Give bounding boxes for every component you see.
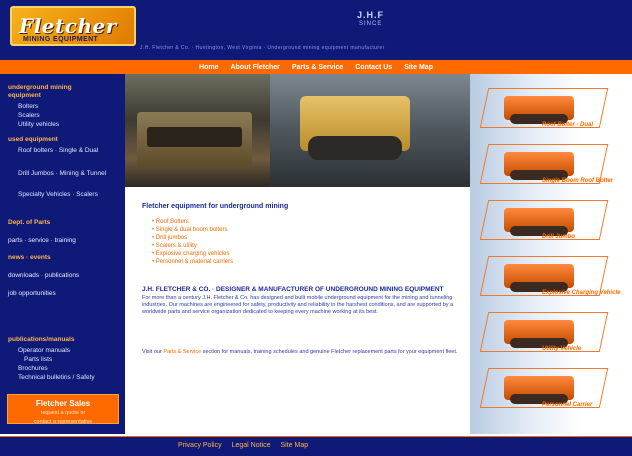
machine-image <box>504 96 574 124</box>
sales-quote-button[interactable]: Fletcher Sales request a quote or contac… <box>7 394 119 425</box>
machine-image <box>504 208 574 236</box>
nav-site-map[interactable]: Site Map <box>404 64 433 71</box>
parts-service-note: Visit our Parts & Service section for ma… <box>142 349 462 356</box>
quote-button-sub1: request a quote or <box>40 410 86 416</box>
intro-title: Fletcher equipment for underground minin… <box>142 203 289 210</box>
gallery-item[interactable]: Roof Bolter · Dual <box>479 88 616 134</box>
list-item[interactable]: Personnel & material carriers <box>152 258 233 266</box>
quote-button-title: Fletcher Sales <box>35 399 91 408</box>
emblem-line2: SINCE <box>359 21 383 27</box>
list-item[interactable]: Scalers & utility <box>152 242 233 250</box>
sidebar-item-used-specialty[interactable]: Specialty Vehicles · Scalers <box>18 191 98 198</box>
footer-link-sitemap[interactable]: Site Map <box>281 442 309 449</box>
sidebar-link-jobs[interactable]: job opportunities <box>8 290 56 297</box>
nav-contact[interactable]: Contact Us <box>355 64 392 71</box>
top-nav: Home About Fletcher Parts & Service Cont… <box>0 60 632 74</box>
list-item[interactable]: Explosive charging vehicles <box>152 250 233 258</box>
sidebar-item-manuals[interactable]: Operator manuals <box>18 347 70 354</box>
page-frame: Fletcher MINING EQUIPMENT J.H.F SINCE J.… <box>0 0 632 456</box>
machine-image <box>504 320 574 348</box>
footer-link-privacy[interactable]: Privacy Policy <box>178 442 222 449</box>
gallery-item[interactable]: Drill Jumbo <box>479 200 616 246</box>
gallery-label: Explosive Charging Vehicle <box>542 290 621 296</box>
header: Fletcher MINING EQUIPMENT J.H.F SINCE J.… <box>0 0 632 60</box>
hero-machine-left <box>137 112 252 168</box>
hero-machine-right <box>300 96 410 160</box>
gallery-item[interactable]: Personnel Carrier <box>479 368 616 414</box>
equipment-list: Roof Bolters Single & dual boom bolters … <box>152 218 233 266</box>
gallery-item[interactable]: Explosive Charging Vehicle <box>479 256 620 302</box>
sidebar-link-news[interactable]: news · events <box>8 254 51 261</box>
sidebar-link-parts[interactable]: Dept. of Parts <box>8 219 50 226</box>
sidebar-item-brochures[interactable]: Brochures <box>18 365 48 372</box>
sidebar-section-mining-sub: equipment <box>8 92 41 99</box>
hero-photo-bolter <box>125 74 270 187</box>
quote-button-sub2: contact a representative <box>33 419 93 425</box>
machine-image <box>504 376 574 404</box>
list-item[interactable]: Roof Bolters <box>152 218 233 226</box>
footer-links: Privacy Policy Legal Notice Site Map <box>178 442 308 449</box>
gallery-item[interactable]: Utility Vehicle <box>479 312 616 358</box>
gallery-label: Utility Vehicle <box>542 346 582 352</box>
nav-about[interactable]: About Fletcher <box>230 64 279 71</box>
footer-link-legal[interactable]: Legal Notice <box>232 442 271 449</box>
sidebar-link-downloads[interactable]: downloads · publications <box>8 272 79 279</box>
logo-text: Fletcher <box>19 14 117 38</box>
sidebar-item-used-bolters[interactable]: Roof bolters · Single & Dual <box>18 147 98 154</box>
gallery-label: Roof Bolter · Dual <box>542 122 593 128</box>
sidebar-item-parts-lists[interactable]: Parts lists <box>24 356 52 363</box>
parts-service-link[interactable]: Parts & Service <box>163 349 201 355</box>
header-emblem: J.H.F SINCE <box>357 10 393 28</box>
company-description: For more than a century J.H. Fletcher & … <box>142 295 454 315</box>
sidebar-item-scalers[interactable]: Scalers <box>18 112 40 119</box>
company-heading: J.H. FLETCHER & CO. · DESIGNER & MANUFAC… <box>142 286 444 293</box>
sidebar-item-bulletins[interactable]: Technical bulletins / Safety <box>18 374 95 381</box>
machine-image <box>504 264 574 292</box>
note-text-post: section for manuals, training schedules … <box>202 349 458 355</box>
gallery-label: Single Boom Roof Bolter <box>542 178 613 184</box>
sidebar-item-bolters[interactable]: Bolters <box>18 103 38 110</box>
sidebar-link-service[interactable]: parts · service · training <box>8 237 76 244</box>
sidebar-section-mining[interactable]: underground mining <box>8 84 72 91</box>
gallery-label: Personnel Carrier <box>542 402 593 408</box>
company-logo[interactable]: Fletcher MINING EQUIPMENT <box>10 6 136 46</box>
nav-home[interactable]: Home <box>199 64 218 71</box>
sidebar-item-used-jumbos[interactable]: Drill Jumbos · Mining & Tunnel <box>18 170 106 177</box>
emblem-line1: J.H.F <box>357 10 385 20</box>
list-item[interactable]: Drill jumbos <box>152 234 233 242</box>
list-item[interactable]: Single & dual boom bolters <box>152 226 233 234</box>
equipment-gallery: Roof Bolter · Dual Single Boom Roof Bolt… <box>470 74 632 434</box>
sidebar-section-used[interactable]: used equipment <box>8 136 58 143</box>
nav-parts-service[interactable]: Parts & Service <box>292 64 343 71</box>
hero-photo-loader <box>270 74 470 187</box>
sidebar-item-utility[interactable]: Utility vehicles <box>18 121 59 128</box>
footer: Privacy Policy Legal Notice Site Map <box>0 436 632 456</box>
sidebar-section-publications[interactable]: publications/manuals <box>8 336 74 343</box>
note-text-pre: Visit our <box>142 349 162 355</box>
machine-image <box>504 152 574 180</box>
gallery-item[interactable]: Single Boom Roof Bolter <box>479 144 616 190</box>
gallery-label: Drill Jumbo <box>542 234 576 240</box>
sidebar: underground mining equipment Bolters Sca… <box>0 74 125 434</box>
logo-subtitle: MINING EQUIPMENT <box>23 36 99 43</box>
header-tagline: J.H. Fletcher & Co. · Huntington, West V… <box>140 45 385 51</box>
